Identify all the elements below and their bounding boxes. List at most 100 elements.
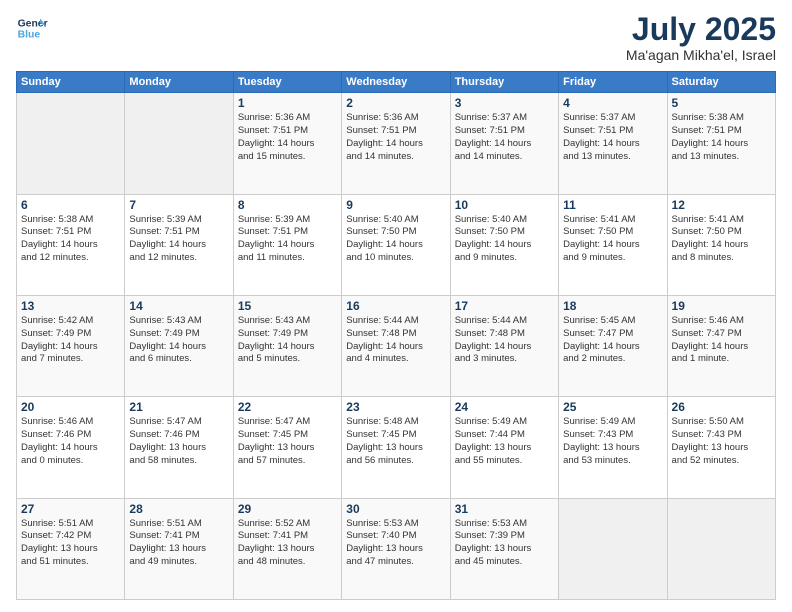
table-row bbox=[667, 498, 775, 599]
table-row: 12 Sunrise: 5:41 AMSunset: 7:50 PMDayligh… bbox=[667, 194, 775, 295]
table-row: 14Sunrise: 5:43 AMSunset: 7:49 PMDayligh… bbox=[125, 295, 233, 396]
table-row: 23Sunrise: 5:48 AMSunset: 7:45 PMDayligh… bbox=[342, 397, 450, 498]
sunset-text: Sunset: 7:40 PM bbox=[346, 530, 416, 541]
cell-info: Sunrise: 5:46 AMSunset: 7:46 PMDaylight:… bbox=[21, 416, 120, 467]
table-row: 4Sunrise: 5:37 AMSunset: 7:51 PMDaylight… bbox=[559, 93, 667, 194]
cell-info: Sunrise: 5:39 AMSunset: 7:51 PMDaylight:… bbox=[238, 214, 337, 265]
cell-info: Sunrise: 5:41 AMSunset: 7:50 PMDaylight:… bbox=[563, 214, 662, 265]
sunset-text: Sunset: 7:47 PM bbox=[563, 328, 633, 339]
daylight-text: Daylight: 13 hoursand 57 minutes. bbox=[238, 442, 315, 466]
daylight-text: Daylight: 13 hoursand 53 minutes. bbox=[563, 442, 640, 466]
cell-info: Sunrise: 5:40 AMSunset: 7:50 PMDaylight:… bbox=[455, 214, 554, 265]
cell-info: Sunrise: 5:38 AMSunset: 7:51 PMDaylight:… bbox=[672, 112, 771, 163]
cell-info: Sunrise: 5:36 AMSunset: 7:51 PMDaylight:… bbox=[346, 112, 445, 163]
cell-info: Sunrise: 5:41 AMSunset: 7:50 PMDaylight:… bbox=[672, 214, 771, 265]
calendar-header-row: Sunday Monday Tuesday Wednesday Thursday… bbox=[17, 72, 776, 93]
daylight-text: Daylight: 14 hoursand 12 minutes. bbox=[129, 239, 206, 263]
table-row: 18Sunrise: 5:45 AMSunset: 7:47 PMDayligh… bbox=[559, 295, 667, 396]
header-wednesday: Wednesday bbox=[342, 72, 450, 93]
table-row: 19Sunrise: 5:46 AMSunset: 7:47 PMDayligh… bbox=[667, 295, 775, 396]
week-row-5: 27 Sunrise: 5:51 AMSunset: 7:42 PMDayligh… bbox=[17, 498, 776, 599]
sunset-text: Sunset: 7:51 PM bbox=[129, 226, 199, 237]
daylight-text: Daylight: 13 hoursand 48 minutes. bbox=[238, 543, 315, 567]
calendar-table: Sunday Monday Tuesday Wednesday Thursday… bbox=[16, 71, 776, 600]
cell-day-number: 25 bbox=[563, 400, 662, 414]
sunrise-text: Sunrise: 5:38 AM bbox=[672, 112, 744, 123]
cell-day-number: 8 bbox=[238, 198, 337, 212]
cell-info: Sunrise: 5:40 AMSunset: 7:50 PMDaylight:… bbox=[346, 214, 445, 265]
sunrise-text: Sunrise: 5:49 AM bbox=[563, 416, 635, 427]
table-row: 25Sunrise: 5:49 AMSunset: 7:43 PMDayligh… bbox=[559, 397, 667, 498]
sunrise-text: Sunrise: 5:37 AM bbox=[455, 112, 527, 123]
sunrise-text: Sunrise: 5:52 AM bbox=[238, 518, 310, 529]
daylight-text: Daylight: 14 hoursand 14 minutes. bbox=[455, 138, 532, 162]
sunset-text: Sunset: 7:51 PM bbox=[238, 125, 308, 136]
cell-day-number: 12 bbox=[672, 198, 771, 212]
table-row bbox=[559, 498, 667, 599]
daylight-text: Daylight: 14 hoursand 12 minutes. bbox=[21, 239, 98, 263]
cell-day-number: 9 bbox=[346, 198, 445, 212]
sunset-text: Sunset: 7:39 PM bbox=[455, 530, 525, 541]
header-saturday: Saturday bbox=[667, 72, 775, 93]
sunrise-text: Sunrise: 5:40 AM bbox=[455, 214, 527, 225]
sunset-text: Sunset: 7:51 PM bbox=[346, 125, 416, 136]
header-friday: Friday bbox=[559, 72, 667, 93]
cell-day-number: 7 bbox=[129, 198, 228, 212]
daylight-text: Daylight: 14 hoursand 1 minute. bbox=[672, 341, 749, 365]
table-row: 24 Sunrise: 5:49 AMSunset: 7:44 PMDayligh… bbox=[450, 397, 558, 498]
daylight-text: Daylight: 13 hoursand 45 minutes. bbox=[455, 543, 532, 567]
title-block: July 2025 Ma'agan Mikha'el, Israel bbox=[626, 12, 776, 63]
sunrise-text: Sunrise: 5:39 AM bbox=[129, 214, 201, 225]
sunset-text: Sunset: 7:45 PM bbox=[346, 429, 416, 440]
daylight-text: Daylight: 14 hoursand 5 minutes. bbox=[238, 341, 315, 365]
sunrise-text: Sunrise: 5:43 AM bbox=[238, 315, 310, 326]
sunset-text: Sunset: 7:49 PM bbox=[21, 328, 91, 339]
cell-day-number: 11 bbox=[563, 198, 662, 212]
sunrise-text: Sunrise: 5:50 AM bbox=[672, 416, 744, 427]
sunrise-text: Sunrise: 5:42 AM bbox=[21, 315, 93, 326]
cell-day-number: 20 bbox=[21, 400, 120, 414]
daylight-text: Daylight: 14 hoursand 2 minutes. bbox=[563, 341, 640, 365]
sunset-text: Sunset: 7:51 PM bbox=[672, 125, 742, 136]
sunrise-text: Sunrise: 5:38 AM bbox=[21, 214, 93, 225]
daylight-text: Daylight: 14 hoursand 0 minutes. bbox=[21, 442, 98, 466]
sunrise-text: Sunrise: 5:47 AM bbox=[238, 416, 310, 427]
sunset-text: Sunset: 7:50 PM bbox=[346, 226, 416, 237]
cell-day-number: 5 bbox=[672, 96, 771, 110]
sunset-text: Sunset: 7:49 PM bbox=[238, 328, 308, 339]
cell-info: Sunrise: 5:49 AMSunset: 7:44 PMDaylight:… bbox=[455, 416, 554, 467]
sunset-text: Sunset: 7:41 PM bbox=[238, 530, 308, 541]
sunrise-text: Sunrise: 5:47 AM bbox=[129, 416, 201, 427]
cell-day-number: 27 bbox=[21, 502, 120, 516]
table-row: 15 Sunrise: 5:43 AM Sunset: 7:49 PM Dayligh… bbox=[233, 295, 341, 396]
cell-info: Sunrise: 5:48 AMSunset: 7:45 PMDaylight:… bbox=[346, 416, 445, 467]
cell-info: Sunrise: 5:47 AMSunset: 7:46 PMDaylight:… bbox=[129, 416, 228, 467]
cell-day-number: 15 bbox=[238, 299, 337, 313]
sunrise-text: Sunrise: 5:44 AM bbox=[455, 315, 527, 326]
sunset-text: Sunset: 7:46 PM bbox=[21, 429, 91, 440]
cell-day-number: 16 bbox=[346, 299, 445, 313]
table-row: 27 Sunrise: 5:51 AMSunset: 7:42 PMDayligh… bbox=[17, 498, 125, 599]
sunset-text: Sunset: 7:45 PM bbox=[238, 429, 308, 440]
table-row: 13Sunrise: 5:42 AMSunset: 7:49 PMDayligh… bbox=[17, 295, 125, 396]
daylight-text: Daylight: 14 hoursand 6 minutes. bbox=[129, 341, 206, 365]
sunrise-text: Sunrise: 5:48 AM bbox=[346, 416, 418, 427]
table-row: 29Sunrise: 5:52 AMSunset: 7:41 PMDayligh… bbox=[233, 498, 341, 599]
daylight-text: Daylight: 14 hoursand 14 minutes. bbox=[346, 138, 423, 162]
cell-day-number: 14 bbox=[129, 299, 228, 313]
table-row: 6Sunrise: 5:38 AMSunset: 7:51 PMDaylight… bbox=[17, 194, 125, 295]
svg-text:Blue: Blue bbox=[18, 30, 41, 41]
header-thursday: Thursday bbox=[450, 72, 558, 93]
table-row: 1Sunrise: 5:36 AMSunset: 7:51 PMDaylight… bbox=[233, 93, 341, 194]
main-title: July 2025 bbox=[626, 12, 776, 47]
sunset-text: Sunset: 7:50 PM bbox=[455, 226, 525, 237]
cell-info: Sunrise: 5:53 AMSunset: 7:40 PMDaylight:… bbox=[346, 518, 445, 569]
week-row-2: 6Sunrise: 5:38 AMSunset: 7:51 PMDaylight… bbox=[17, 194, 776, 295]
daylight-text: Daylight: 14 hoursand 9 minutes. bbox=[563, 239, 640, 263]
cell-info: Sunrise: 5:51 AMSunset: 7:42 PMDaylight:… bbox=[21, 518, 120, 569]
sunrise-text: Sunrise: 5:53 AM bbox=[455, 518, 527, 529]
cell-info: Sunrise: 5:38 AMSunset: 7:51 PMDaylight:… bbox=[21, 214, 120, 265]
sunrise-text: Sunrise: 5:46 AM bbox=[672, 315, 744, 326]
cell-day-number: 22 bbox=[238, 400, 337, 414]
cell-day-number: 24 bbox=[455, 400, 554, 414]
